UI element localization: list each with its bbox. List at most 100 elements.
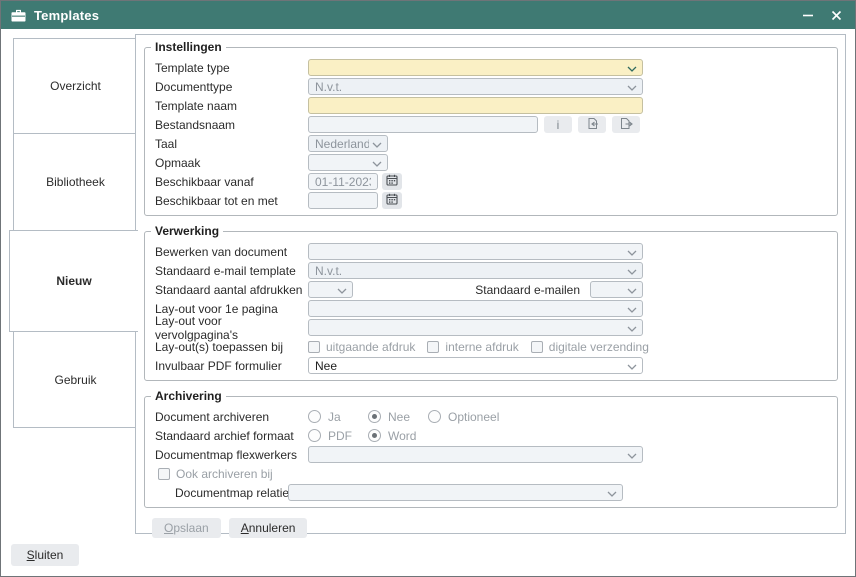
button-label: O (164, 521, 173, 535)
panel-actions: Opslaan Annuleren (152, 518, 845, 538)
radio-formaat-word: Word (368, 429, 416, 443)
chevron-down-icon (607, 491, 617, 497)
info-icon: i (557, 118, 560, 132)
checkbox-icon (427, 341, 439, 353)
bewerken-van-document-select[interactable] (308, 243, 643, 260)
field-label: Standaard e-mailen (475, 283, 580, 297)
layout-vervolgpaginas-select[interactable] (308, 319, 643, 336)
template-type-select[interactable] (308, 59, 643, 76)
opslaan-button[interactable]: Opslaan (152, 518, 221, 538)
field-label: Taal (155, 137, 308, 151)
checkbox-icon (531, 341, 543, 353)
button-label: pslaan (173, 521, 208, 535)
selected-value: Nederlands (315, 137, 369, 151)
templates-dialog: Templates Overzicht Bibliotheek Nieuw Ge… (0, 0, 856, 577)
button-label: S (27, 548, 35, 562)
sidebar-tab-nieuw[interactable]: Nieuw (9, 230, 138, 332)
radio-checked-icon (368, 429, 381, 442)
group-legend: Archivering (151, 389, 226, 403)
field-label: Bewerken van document (155, 245, 308, 259)
radio-checked-icon (368, 410, 381, 423)
documentmap-relaties-select[interactable] (288, 484, 623, 501)
sluiten-button[interactable]: Sluiten (11, 544, 79, 566)
checkbox-interne-afdruk: interne afdruk (427, 340, 518, 354)
checkbox-icon (158, 468, 170, 480)
radio-archiveren-ja: Ja (308, 410, 368, 424)
nieuw-panel: Instellingen Template type Documenttype … (135, 34, 846, 534)
radio-archiveren-nee: Nee (368, 410, 428, 424)
chevron-down-icon (627, 364, 637, 370)
field-label: Opmaak (155, 156, 308, 170)
minimize-button[interactable] (793, 1, 823, 29)
field-label: Standaard archief formaat (155, 429, 308, 443)
calendar-button[interactable] (382, 192, 402, 209)
radio-icon (308, 429, 321, 442)
documenttype-select: N.v.t. (308, 78, 643, 95)
input-value: 01-11-2023 (315, 175, 371, 189)
sidebar-tab-gebruik[interactable]: Gebruik (13, 331, 138, 428)
field-label: Lay-out voor vervolgpagina's (155, 314, 308, 342)
radio-label: Word (388, 429, 416, 443)
document-arrow-in-icon (586, 117, 599, 133)
email-template-select: N.v.t. (308, 262, 643, 279)
field-label: Bestandsnaam (155, 118, 308, 132)
template-naam-input[interactable] (308, 97, 643, 114)
chevron-down-icon (627, 269, 637, 275)
field-label: Invulbaar PDF formulier (155, 359, 308, 373)
checkbox-label: digitale verzending (549, 340, 649, 354)
sidebar-tab-overzicht[interactable]: Overzicht (13, 38, 138, 134)
chevron-down-icon (627, 66, 637, 72)
chevron-down-icon (372, 161, 382, 167)
button-label: luiten (35, 548, 64, 562)
field-label: Template naam (155, 99, 308, 113)
button-label: A (241, 521, 249, 535)
close-button[interactable] (821, 1, 851, 29)
annuleren-button[interactable]: Annuleren (229, 518, 308, 538)
group-verwerking: Verwerking Bewerken van document Standaa… (144, 224, 838, 381)
selected-value: N.v.t. (315, 264, 342, 278)
bestandsnaam-input (308, 116, 538, 133)
titlebar: Templates (1, 1, 855, 29)
invulbaar-pdf-select[interactable]: Nee (308, 357, 643, 374)
checkbox-label: Ook archiveren bij (176, 467, 273, 481)
calendar-icon (386, 193, 398, 208)
group-instellingen: Instellingen Template type Documenttype … (144, 40, 838, 216)
field-label: Lay-out(s) toepassen bij (155, 340, 308, 354)
checkbox-digitale-verzending: digitale verzending (531, 340, 649, 354)
beschikbaar-tot-input[interactable] (308, 192, 378, 209)
window-title: Templates (34, 8, 99, 23)
calendar-icon (386, 174, 398, 189)
briefcase-icon (11, 9, 26, 22)
field-label: Standaard aantal afdrukken (155, 283, 308, 297)
document-checkout-button[interactable] (612, 116, 640, 133)
radio-archiveren-optioneel: Optioneel (428, 410, 499, 424)
tab-label: Gebruik (54, 373, 96, 387)
field-label: Document archiveren (155, 410, 308, 424)
field-label: Beschikbaar vanaf (155, 175, 308, 189)
calendar-button[interactable] (382, 173, 402, 190)
checkbox-uitgaande-afdruk: uitgaande afdruk (308, 340, 415, 354)
layout-eerste-pagina-select[interactable] (308, 300, 643, 317)
group-archivering: Archivering Document archiveren Ja Nee O… (144, 389, 838, 508)
group-legend: Verwerking (151, 224, 223, 238)
radio-label: Optioneel (448, 410, 499, 424)
field-label: Beschikbaar tot en met (155, 194, 308, 208)
checkbox-ook-archiveren[interactable]: Ook archiveren bij (158, 467, 273, 481)
documentmap-flexwerkers-select[interactable] (308, 446, 643, 463)
chevron-down-icon (372, 142, 382, 148)
standaard-emailen-select[interactable] (590, 281, 643, 298)
beschikbaar-vanaf-input[interactable]: 01-11-2023 (308, 173, 378, 190)
radio-label: Nee (388, 410, 410, 424)
radio-icon (428, 410, 441, 423)
opmaak-select[interactable] (308, 154, 388, 171)
tab-label: Bibliotheek (46, 175, 105, 189)
tab-label: Nieuw (56, 274, 91, 288)
checkbox-label: uitgaande afdruk (326, 340, 415, 354)
radio-label: PDF (328, 429, 352, 443)
document-checkin-button[interactable] (578, 116, 606, 133)
sidebar-tab-bibliotheek[interactable]: Bibliotheek (13, 133, 138, 231)
aantal-afdrukken-select[interactable] (308, 281, 353, 298)
info-button[interactable]: i (544, 116, 572, 133)
selected-value: Nee (315, 359, 337, 373)
field-label: Documentmap flexwerkers (155, 448, 308, 462)
